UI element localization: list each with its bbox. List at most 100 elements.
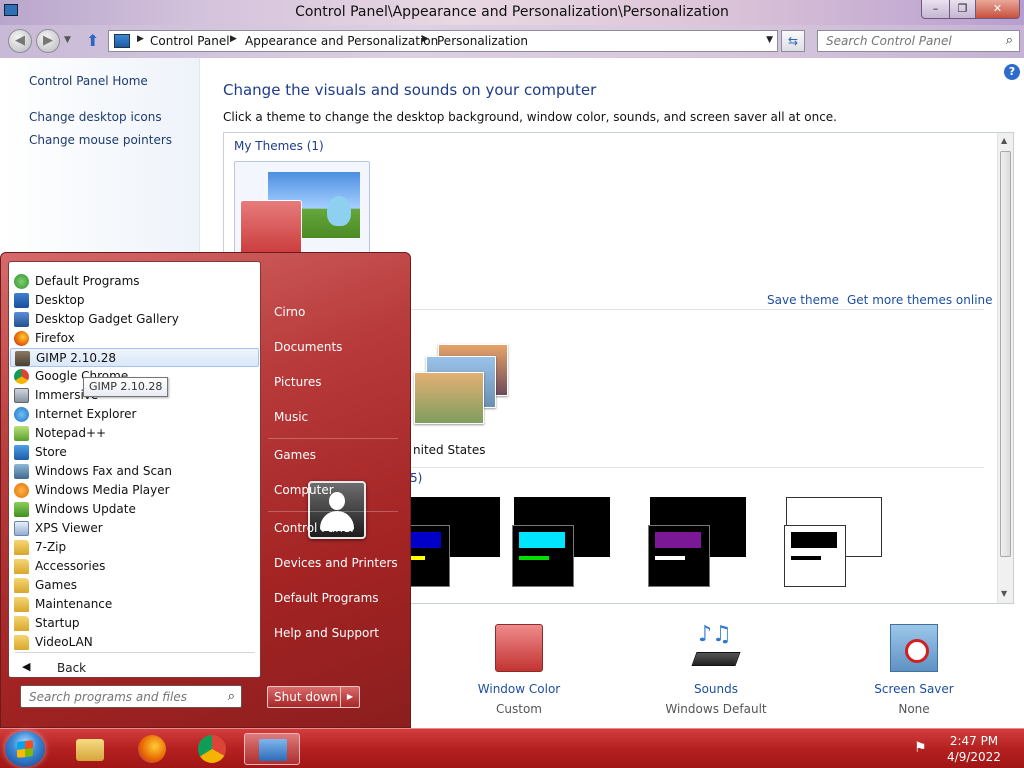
place-user-cirno[interactable]: Cirno bbox=[274, 305, 305, 319]
landscape-image bbox=[414, 372, 484, 424]
forward-arrow-icon[interactable]: ▶ bbox=[36, 29, 60, 53]
breadcrumb-personalization[interactable]: Personalization bbox=[437, 34, 528, 48]
place-control-panel[interactable]: Control Panel bbox=[274, 521, 354, 535]
basic-themes-heading: 5) bbox=[410, 471, 423, 485]
address-dropdown-icon[interactable]: ▼ bbox=[766, 35, 773, 45]
program-desktop-gadget-gallery[interactable]: Desktop Gadget Gallery bbox=[10, 310, 259, 329]
control-panel-home-link[interactable]: Control Panel Home bbox=[29, 74, 148, 88]
breadcrumb-separator-icon[interactable]: ▶ bbox=[137, 34, 144, 44]
program-xps-viewer[interactable]: XPS Viewer bbox=[10, 519, 259, 538]
sounds-link[interactable]: Sounds bbox=[656, 682, 776, 696]
taskbar-explorer[interactable] bbox=[62, 733, 118, 765]
program-default-programs[interactable]: Default Programs bbox=[10, 272, 259, 291]
address-bar[interactable]: ▶ Control Panel ▶ Appearance and Persona… bbox=[108, 30, 778, 52]
program-store[interactable]: Store bbox=[10, 443, 259, 462]
change-desktop-icons-link[interactable]: Change desktop icons bbox=[29, 110, 162, 124]
folder-games[interactable]: Games bbox=[10, 576, 259, 595]
breadcrumb-control-panel[interactable]: Control Panel bbox=[150, 34, 230, 48]
program-gimp[interactable]: GIMP 2.10.28 bbox=[10, 348, 259, 367]
breadcrumb-separator-icon[interactable]: ▶ bbox=[230, 34, 237, 44]
back-button[interactable]: ◀ Back bbox=[19, 660, 251, 678]
all-programs-list: Default Programs Desktop Desktop Gadget … bbox=[8, 261, 261, 678]
start-button[interactable] bbox=[5, 731, 45, 767]
chrome-icon bbox=[14, 369, 29, 384]
breadcrumb-appearance[interactable]: Appearance and Personalization bbox=[245, 34, 438, 48]
refresh-icon[interactable]: ⇆ bbox=[781, 30, 805, 52]
gimp-icon bbox=[15, 351, 30, 366]
breadcrumb-separator-icon[interactable]: ▶ bbox=[422, 34, 429, 44]
scroll-down-icon[interactable]: ▼ bbox=[1001, 589, 1007, 598]
place-devices-and-printers[interactable]: Devices and Printers bbox=[274, 556, 398, 570]
high-contrast-white-theme[interactable] bbox=[784, 497, 882, 589]
program-notepadpp[interactable]: Notepad++ bbox=[10, 424, 259, 443]
folder-maintenance[interactable]: Maintenance bbox=[10, 595, 259, 614]
program-windows-fax-and-scan[interactable]: Windows Fax and Scan bbox=[10, 462, 259, 481]
high-contrast-theme-3[interactable] bbox=[648, 497, 746, 589]
clock-time: 2:47 PM bbox=[949, 734, 999, 748]
taskbar-firefox[interactable] bbox=[124, 733, 180, 765]
search-icon[interactable]: ⌕ bbox=[228, 689, 235, 704]
close-button[interactable]: ✕ bbox=[975, 0, 1020, 19]
recent-pages-chevron-icon[interactable]: ▼ bbox=[64, 35, 71, 45]
search-control-panel-box[interactable]: ⌕ bbox=[817, 30, 1020, 52]
search-icon[interactable]: ⌕ bbox=[1006, 33, 1013, 48]
action-center-flag-icon[interactable]: ⚑ bbox=[914, 740, 927, 756]
clock-date: 4/9/2022 bbox=[947, 750, 1001, 764]
window-color-link[interactable]: Window Color bbox=[459, 682, 579, 696]
search-control-panel-input[interactable] bbox=[826, 34, 996, 48]
title-bar[interactable]: Control Panel\Appearance and Personaliza… bbox=[0, 0, 1024, 25]
shut-down-options-arrow-icon[interactable]: ▶ bbox=[340, 686, 360, 708]
sounds-icon: ♪♫ bbox=[690, 624, 742, 672]
high-contrast-theme-2[interactable] bbox=[512, 497, 610, 589]
notepadpp-icon bbox=[14, 426, 29, 441]
back-arrow-icon[interactable]: ◀ bbox=[8, 29, 32, 53]
scroll-up-icon[interactable]: ▲ bbox=[1001, 136, 1007, 145]
program-internet-explorer[interactable]: Internet Explorer bbox=[10, 405, 259, 424]
scrollbar-thumb[interactable] bbox=[1000, 151, 1011, 557]
gadget-icon bbox=[14, 312, 29, 327]
program-windows-media-player[interactable]: Windows Media Player bbox=[10, 481, 259, 500]
sounds-value: Windows Default bbox=[665, 702, 767, 716]
folder-videolan[interactable]: VideoLAN bbox=[10, 633, 259, 652]
place-documents[interactable]: Documents bbox=[274, 340, 342, 354]
fax-icon bbox=[14, 464, 29, 479]
windows-logo-icon bbox=[17, 740, 33, 758]
screen-saver-value: None bbox=[898, 702, 930, 716]
high-contrast-theme-1[interactable] bbox=[388, 497, 500, 589]
sounds-item[interactable]: ♪♫ Sounds Windows Default bbox=[656, 624, 776, 717]
us-theme-label: nited States bbox=[413, 443, 486, 457]
program-windows-update[interactable]: Windows Update bbox=[10, 500, 259, 519]
change-mouse-pointers-link[interactable]: Change mouse pointers bbox=[29, 133, 172, 147]
taskbar-chrome[interactable] bbox=[184, 733, 240, 765]
screen-saver-item[interactable]: Screen Saver None bbox=[854, 624, 974, 716]
start-search-input[interactable] bbox=[29, 690, 209, 704]
shut-down-button[interactable]: Shut down bbox=[267, 686, 341, 708]
minimize-button[interactable]: – bbox=[921, 0, 950, 19]
place-default-programs[interactable]: Default Programs bbox=[274, 591, 379, 605]
save-theme-link[interactable]: Save theme bbox=[767, 293, 839, 307]
window-color-item[interactable]: Window Color Custom bbox=[459, 624, 579, 716]
taskbar-control-panel[interactable] bbox=[244, 733, 300, 765]
place-music[interactable]: Music bbox=[274, 410, 308, 424]
maximize-button[interactable]: ❐ bbox=[949, 0, 976, 19]
folder-7zip[interactable]: 7-Zip bbox=[10, 538, 259, 557]
program-desktop[interactable]: Desktop bbox=[10, 291, 259, 310]
folder-icon bbox=[76, 739, 104, 761]
up-arrow-icon[interactable]: ⬆ bbox=[86, 31, 99, 50]
screen-saver-link[interactable]: Screen Saver bbox=[854, 682, 974, 696]
place-pictures[interactable]: Pictures bbox=[274, 375, 322, 389]
ie-icon bbox=[14, 407, 29, 422]
program-firefox[interactable]: Firefox bbox=[10, 329, 259, 348]
system-clock[interactable]: 2:47 PM 4/9/2022 bbox=[944, 733, 1004, 765]
control-panel-icon bbox=[114, 34, 130, 48]
folder-startup[interactable]: Startup bbox=[10, 614, 259, 633]
folder-accessories[interactable]: Accessories bbox=[10, 557, 259, 576]
place-help-and-support[interactable]: Help and Support bbox=[274, 626, 379, 640]
place-computer[interactable]: Computer bbox=[274, 483, 334, 497]
start-search-box[interactable]: ⌕ bbox=[20, 685, 242, 708]
windows-update-icon bbox=[14, 502, 29, 517]
place-games[interactable]: Games bbox=[274, 448, 316, 462]
get-more-themes-link[interactable]: Get more themes online bbox=[847, 293, 993, 307]
help-icon[interactable]: ? bbox=[1004, 64, 1020, 80]
theme-list-scrollbar[interactable]: ▲ ▼ bbox=[997, 133, 1013, 603]
